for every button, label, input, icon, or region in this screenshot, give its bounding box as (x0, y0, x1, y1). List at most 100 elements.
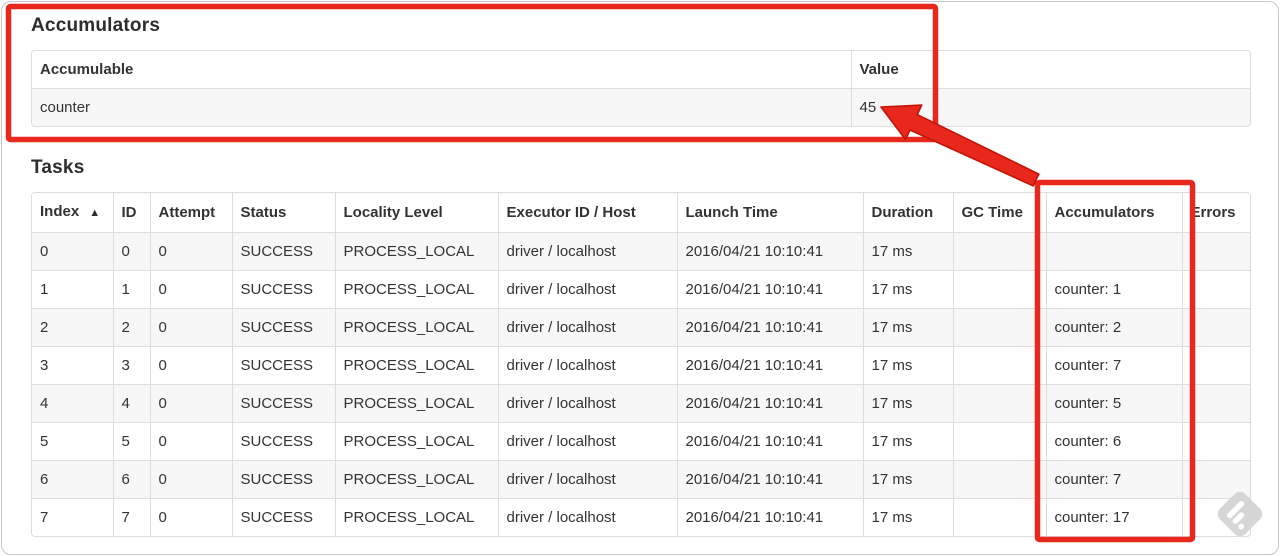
cell-accumulators: counter: 5 (1045, 384, 1183, 423)
cell-id: 1 (112, 270, 151, 309)
cell-locality-level: PROCESS_LOCAL (334, 498, 499, 536)
cell-attempt: 0 (149, 460, 233, 499)
cell-index: 7 (32, 498, 114, 536)
cell-index: 6 (32, 460, 114, 499)
col-header-status[interactable]: Status (231, 193, 336, 233)
cell-status: SUCCESS (231, 346, 336, 385)
cell-executor-id-host: driver / localhost (497, 232, 678, 271)
cell-gc-time (952, 498, 1047, 536)
col-header-value[interactable]: Value (850, 51, 1250, 89)
cell-id: 5 (112, 422, 151, 461)
cell-locality-level: PROCESS_LOCAL (334, 422, 499, 461)
cell-duration: 17 ms (862, 422, 954, 461)
cell-launch-time: 2016/04/21 10:10:41 (676, 270, 864, 309)
cell-executor-id-host: driver / localhost (497, 270, 678, 309)
sort-ascending-icon: ▲ (89, 207, 101, 219)
cell-index: 2 (32, 308, 114, 347)
cell-index: 1 (32, 270, 114, 309)
col-header-id[interactable]: ID (112, 193, 151, 233)
cell-gc-time (952, 422, 1047, 461)
col-header-accumulable[interactable]: Accumulable (32, 51, 852, 89)
cell-duration: 17 ms (862, 308, 954, 347)
cell-index: 4 (32, 384, 114, 423)
cell-status: SUCCESS (231, 308, 336, 347)
cell-duration: 17 ms (862, 232, 954, 271)
accumulators-header-row: Accumulable Value (32, 51, 1250, 89)
cell-attempt: 0 (149, 308, 233, 347)
cell-accumulators: counter: 2 (1045, 308, 1183, 347)
task-row: 6 6 0 SUCCESS PROCESS_LOCAL driver / localhos… (32, 460, 1250, 499)
cell-accumulators: counter: 7 (1045, 460, 1183, 499)
cell-locality-level: PROCESS_LOCAL (334, 308, 499, 347)
cell-status: SUCCESS (231, 232, 336, 271)
cell-gc-time (952, 384, 1047, 423)
cell-duration: 17 ms (862, 460, 954, 499)
task-row: 5 5 0 SUCCESS PROCESS_LOCAL driver / localhos… (32, 422, 1250, 461)
cell-accumulators: counter: 7 (1045, 346, 1183, 385)
cell-gc-time (952, 270, 1047, 309)
task-row: 7 7 0 SUCCESS PROCESS_LOCAL driver / localhos… (32, 498, 1250, 536)
col-header-accumulators[interactable]: Accumulators (1045, 193, 1183, 233)
cell-gc-time (952, 346, 1047, 385)
task-row: 4 4 0 SUCCESS PROCESS_LOCAL driver / localhos… (32, 384, 1250, 423)
cell-status: SUCCESS (231, 270, 336, 309)
cell-gc-time (952, 460, 1047, 499)
cell-accumulators: counter: 6 (1045, 422, 1183, 461)
col-header-errors[interactable]: Errors (1181, 193, 1250, 233)
cell-errors (1181, 384, 1250, 423)
task-row: 0 0 0 SUCCESS PROCESS_LOCAL driver / localhos… (32, 232, 1250, 271)
cell-accumulators: counter: 17 (1045, 498, 1183, 536)
cell-accumulators: counter: 1 (1045, 270, 1183, 309)
col-header-gc-time[interactable]: GC Time (952, 193, 1047, 233)
cell-status: SUCCESS (231, 498, 336, 536)
cell-value: 45 (850, 88, 1250, 126)
cell-status: SUCCESS (231, 384, 336, 423)
cell-locality-level: PROCESS_LOCAL (334, 384, 499, 423)
cell-errors (1181, 270, 1250, 309)
col-header-duration[interactable]: Duration (862, 193, 954, 233)
cell-id: 0 (112, 232, 151, 271)
cell-id: 3 (112, 346, 151, 385)
cell-executor-id-host: driver / localhost (497, 498, 678, 536)
col-header-locality-level[interactable]: Locality Level (334, 193, 499, 233)
cell-duration: 17 ms (862, 270, 954, 309)
cell-attempt: 0 (149, 422, 233, 461)
cell-locality-level: PROCESS_LOCAL (334, 232, 499, 271)
cell-errors (1181, 232, 1250, 271)
cell-id: 2 (112, 308, 151, 347)
cell-errors (1181, 308, 1250, 347)
cell-attempt: 0 (149, 498, 233, 536)
cell-launch-time: 2016/04/21 10:10:41 (676, 384, 864, 423)
cell-launch-time: 2016/04/21 10:10:41 (676, 422, 864, 461)
cell-launch-time: 2016/04/21 10:10:41 (676, 346, 864, 385)
col-header-launch-time[interactable]: Launch Time (676, 193, 864, 233)
col-header-executor-id-host[interactable]: Executor ID / Host (497, 193, 678, 233)
cell-launch-time: 2016/04/21 10:10:41 (676, 460, 864, 499)
cell-executor-id-host: driver / localhost (497, 422, 678, 461)
accumulators-table: Accumulable Value counter 45 (31, 50, 1251, 127)
cell-executor-id-host: driver / localhost (497, 346, 678, 385)
cell-executor-id-host: driver / localhost (497, 308, 678, 347)
task-row: 2 2 0 SUCCESS PROCESS_LOCAL driver / localhos… (32, 308, 1250, 347)
cell-duration: 17 ms (862, 384, 954, 423)
cell-errors (1181, 460, 1250, 499)
cell-gc-time (952, 232, 1047, 271)
tasks-table: Index ▲ ID Attempt Status Locality Level … (31, 192, 1251, 537)
cell-attempt: 0 (149, 346, 233, 385)
cell-index: 3 (32, 346, 114, 385)
cell-launch-time: 2016/04/21 10:10:41 (676, 498, 864, 536)
accumulators-heading: Accumulators (31, 15, 161, 36)
cell-launch-time: 2016/04/21 10:10:41 (676, 308, 864, 347)
col-header-attempt[interactable]: Attempt (149, 193, 233, 233)
cell-id: 4 (112, 384, 151, 423)
cell-locality-level: PROCESS_LOCAL (334, 346, 499, 385)
cell-duration: 17 ms (862, 346, 954, 385)
task-row: 3 3 0 SUCCESS PROCESS_LOCAL driver / localhos… (32, 346, 1250, 385)
cell-index: 0 (32, 232, 114, 271)
col-header-index[interactable]: Index ▲ (32, 193, 114, 233)
cell-errors (1181, 498, 1250, 536)
cell-attempt: 0 (149, 232, 233, 271)
cell-accumulators (1045, 232, 1183, 271)
cell-launch-time: 2016/04/21 10:10:41 (676, 232, 864, 271)
cell-attempt: 0 (149, 384, 233, 423)
